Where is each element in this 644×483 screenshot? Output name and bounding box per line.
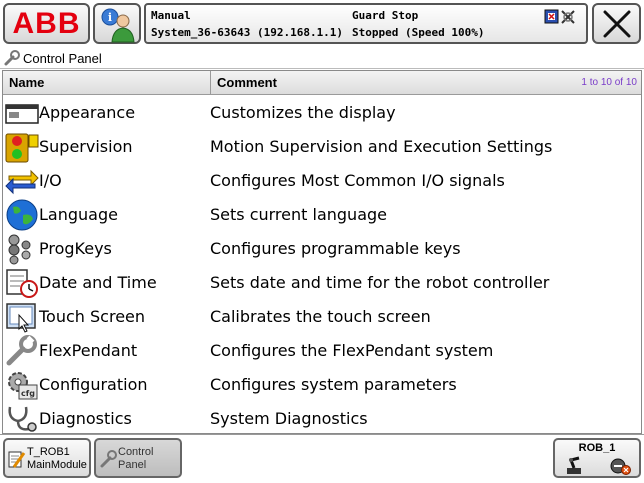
abb-menu-button[interactable]: ABB bbox=[3, 3, 90, 44]
row-name: I/O bbox=[39, 171, 62, 190]
taskbar-program-editor[interactable]: T_ROB1 MainModule bbox=[3, 438, 91, 478]
table-row[interactable]: Language Sets current language bbox=[3, 198, 641, 232]
row-comment: Configures the FlexPendant system bbox=[210, 341, 494, 360]
abb-logo: ABB bbox=[12, 6, 81, 40]
row-name: Appearance bbox=[39, 103, 136, 122]
row-comment: Sets date and time for the robot control… bbox=[210, 273, 550, 292]
table-row[interactable]: Appearance Customizes the display bbox=[3, 96, 641, 130]
row-name: Date and Time bbox=[39, 273, 157, 292]
table-row[interactable]: Date and Time Sets date and time for the… bbox=[3, 266, 641, 300]
touch-screen-icon bbox=[6, 303, 36, 333]
row-name: FlexPendant bbox=[39, 341, 138, 360]
table-row[interactable]: Touch Screen Calibrates the touch screen bbox=[3, 300, 641, 334]
wrench-icon bbox=[4, 50, 20, 66]
table-header: Name Comment 1 to 10 of 10 bbox=[3, 71, 641, 95]
operating-mode: Manual bbox=[151, 9, 191, 22]
table-row[interactable]: Diagnostics System Diagnostics bbox=[3, 402, 641, 436]
control-panel-table: Name Comment 1 to 10 of 10 Appearance Cu… bbox=[2, 70, 642, 434]
table-row[interactable]: cfg Configuration Configures system para… bbox=[3, 368, 641, 402]
stethoscope-icon bbox=[8, 406, 37, 432]
task-label-line2: Panel bbox=[118, 459, 147, 471]
row-comment: Configures programmable keys bbox=[210, 239, 461, 258]
run-mode-icon bbox=[610, 458, 631, 475]
table-row[interactable]: FlexPendant Configures the FlexPendant s… bbox=[3, 334, 641, 368]
svg-text:cfg: cfg bbox=[21, 389, 35, 398]
column-header-name[interactable]: Name bbox=[3, 71, 211, 94]
svg-text:i: i bbox=[108, 11, 112, 24]
row-comment: System Diagnostics bbox=[210, 409, 368, 428]
row-name: ProgKeys bbox=[39, 239, 112, 258]
row-name: Touch Screen bbox=[39, 307, 146, 326]
gear-icon: cfg bbox=[8, 372, 38, 400]
task-label: T_ROB1 MainModule bbox=[27, 446, 87, 472]
row-comment: Configures Most Common I/O signals bbox=[210, 171, 505, 190]
close-button[interactable] bbox=[592, 3, 641, 44]
keys-icon bbox=[8, 234, 31, 265]
status-icons bbox=[544, 9, 575, 24]
user-info-icon: i bbox=[101, 8, 135, 43]
wrench-icon bbox=[6, 335, 37, 366]
guard-status: Guard Stop bbox=[352, 9, 419, 22]
wrench-icon bbox=[100, 450, 117, 468]
item-range: 1 to 10 of 10 bbox=[581, 77, 637, 88]
task-bar: T_ROB1 MainModule Control Panel ROB_1 bbox=[0, 434, 644, 483]
task-label-line1: Control bbox=[118, 446, 154, 458]
top-bar: ABB i Manual System_36-63643 (192.168.1.… bbox=[0, 0, 644, 48]
row-comment: Calibrates the touch screen bbox=[210, 307, 431, 326]
operator-window-button[interactable]: i bbox=[93, 3, 141, 44]
close-icon bbox=[603, 10, 631, 38]
traffic-light-icon bbox=[5, 133, 39, 163]
program-editor-icon bbox=[8, 451, 26, 468]
column-header-comment[interactable]: Comment bbox=[211, 71, 641, 94]
display-icon bbox=[5, 104, 39, 124]
row-name: Diagnostics bbox=[39, 409, 132, 428]
system-name: System_36-63643 (192.168.1.1) bbox=[151, 26, 344, 39]
calendar-clock-icon bbox=[6, 269, 38, 298]
row-name: Configuration bbox=[39, 375, 148, 394]
globe-icon bbox=[6, 199, 38, 231]
row-comment: Sets current language bbox=[210, 205, 387, 224]
taskbar-control-panel[interactable]: Control Panel bbox=[94, 438, 182, 478]
task-label-line2: MainModule bbox=[27, 459, 87, 471]
task-label: Control Panel bbox=[118, 446, 153, 472]
run-state: Stopped (Speed 100%) bbox=[352, 26, 485, 39]
row-name: Language bbox=[39, 205, 118, 224]
row-comment: Motion Supervision and Execution Setting… bbox=[210, 137, 553, 156]
column-header-comment-label: Comment bbox=[217, 75, 277, 90]
quickset-robot-button[interactable]: ROB_1 bbox=[553, 438, 641, 478]
page-title: Control Panel bbox=[23, 50, 102, 66]
status-bar[interactable]: Manual System_36-63643 (192.168.1.1) Gua… bbox=[144, 3, 588, 44]
row-comment: Configures system parameters bbox=[210, 375, 457, 394]
panel-title-row: Control Panel bbox=[0, 48, 644, 69]
row-name: Supervision bbox=[39, 137, 133, 156]
table-body: Appearance Customizes the display Superv… bbox=[3, 96, 641, 436]
io-arrows-icon bbox=[5, 169, 39, 195]
table-row[interactable]: I/O Configures Most Common I/O signals bbox=[3, 164, 641, 198]
table-row[interactable]: ProgKeys Configures programmable keys bbox=[3, 232, 641, 266]
robot-name: ROB_1 bbox=[578, 442, 616, 454]
task-label-line1: T_ROB1 bbox=[27, 446, 70, 458]
table-row[interactable]: Supervision Motion Supervision and Execu… bbox=[3, 130, 641, 164]
row-comment: Customizes the display bbox=[210, 103, 396, 122]
robot-icon bbox=[567, 456, 581, 474]
